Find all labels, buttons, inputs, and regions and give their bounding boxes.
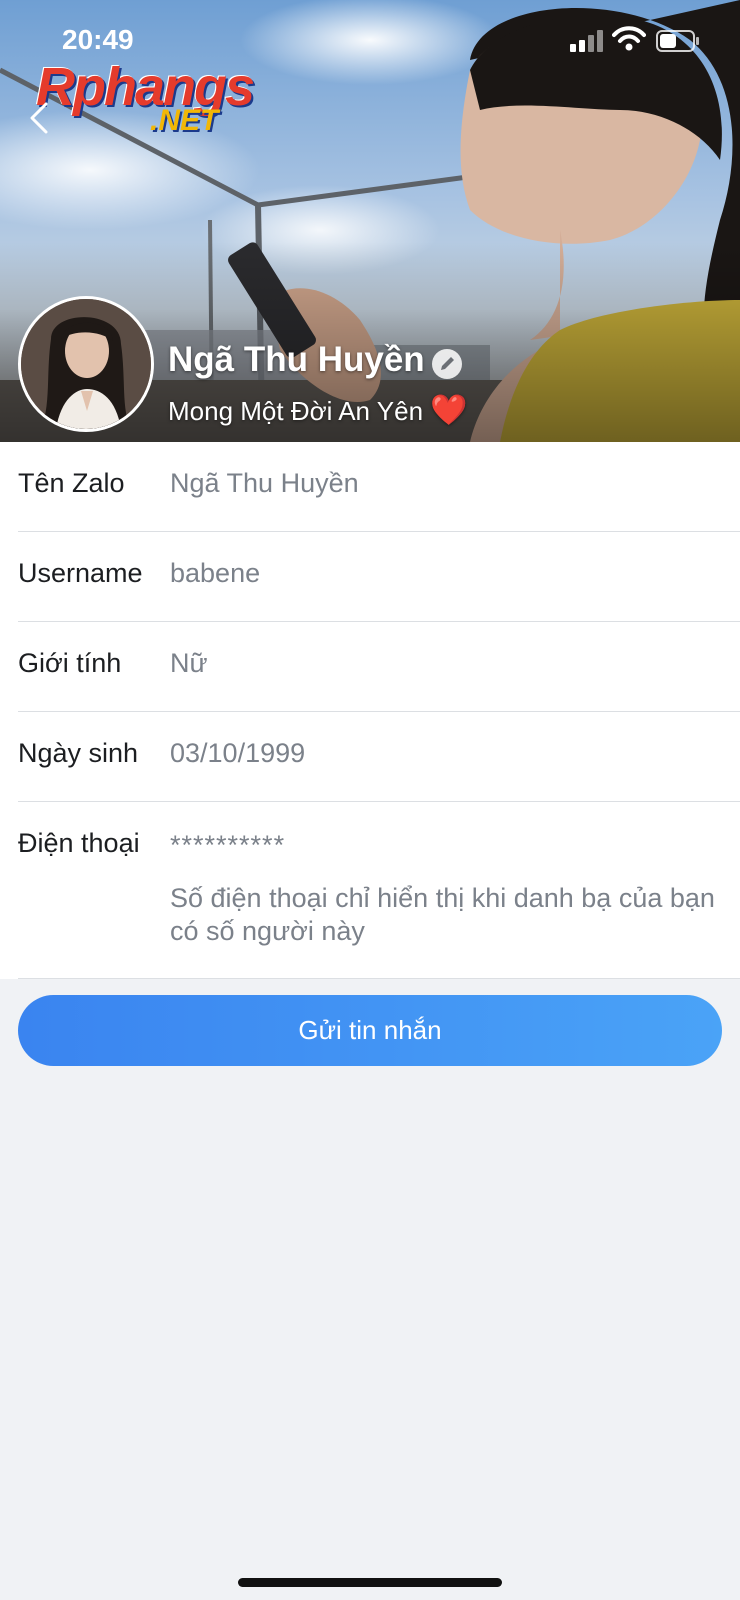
info-value: Ngã Thu Huyền [170, 468, 359, 498]
watermark-logo: Rphangs .NET [36, 56, 266, 146]
profile-status-text: Mong Một Đời An Yên [168, 396, 424, 426]
cellular-signal-icon [570, 30, 603, 52]
info-label: Username [18, 558, 143, 588]
wifi-icon [612, 26, 646, 51]
send-message-button[interactable]: Gửi tin nhắn [18, 995, 722, 1066]
info-row-phone: Điện thoại ********** Số điện thoại chỉ … [18, 802, 740, 979]
status-time: 20:49 [62, 24, 134, 55]
battery-icon [656, 30, 699, 52]
info-label: Tên Zalo [18, 468, 125, 498]
info-value: ********** [170, 830, 286, 860]
avatar[interactable] [18, 296, 154, 432]
home-indicator [238, 1578, 502, 1587]
info-label: Giới tính [18, 648, 122, 678]
pencil-icon [441, 357, 454, 370]
profile-status: Mong Một Đời An Yên ❤️ [168, 393, 468, 428]
info-row-birthday: Ngày sinh 03/10/1999 [18, 712, 740, 802]
phone-privacy-note: Số điện thoại chỉ hiển thị khi danh bạ c… [170, 883, 715, 946]
avatar-portrait [21, 299, 151, 429]
info-row-username: Username babene [18, 532, 740, 622]
info-value: babene [170, 558, 261, 588]
info-value: 03/10/1999 [170, 738, 306, 768]
profile-name: Ngã Thu Huyền [168, 340, 425, 379]
info-list: Tên Zalo Ngã Thu Huyền Username babene G… [0, 442, 740, 979]
info-label: Điện thoại [18, 828, 140, 858]
info-label: Ngày sinh [18, 738, 139, 768]
heart-emoji: ❤️ [430, 394, 468, 427]
edit-name-button[interactable] [432, 349, 462, 379]
back-chevron-icon[interactable] [26, 100, 52, 136]
info-value: Nữ [170, 648, 208, 678]
watermark-sub: .NET [150, 104, 219, 137]
watermark-main: Rphangs [36, 57, 255, 117]
info-row-gender: Giới tính Nữ [18, 622, 740, 712]
info-row-zalo-name: Tên Zalo Ngã Thu Huyền [18, 442, 740, 532]
